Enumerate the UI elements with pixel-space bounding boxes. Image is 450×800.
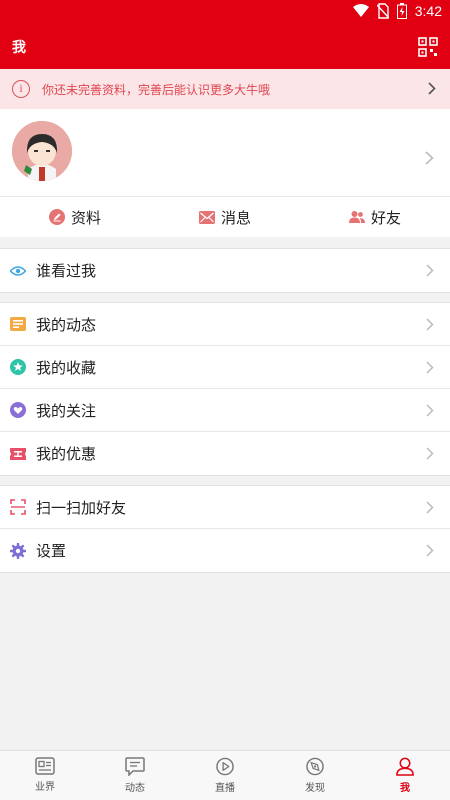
action-friends[interactable]: 好友 xyxy=(300,197,450,237)
chevron-right-icon xyxy=(426,544,434,557)
avatar[interactable] xyxy=(12,121,72,181)
tab-label: 直播 xyxy=(215,783,235,794)
battery-icon xyxy=(396,3,407,19)
compass-icon xyxy=(306,757,324,776)
user-icon xyxy=(396,757,414,776)
profile-incomplete-notice[interactable]: i 你还未完善资料，完善后能认识更多大牛哦 xyxy=(0,69,450,109)
chat-bubble-icon xyxy=(125,757,145,776)
chevron-right-icon xyxy=(426,318,434,331)
tab-industry[interactable]: 业界 xyxy=(0,751,90,800)
profile-card[interactable] xyxy=(0,109,450,197)
tab-feed[interactable]: 动态 xyxy=(90,751,180,800)
coupon-icon xyxy=(10,446,26,462)
bottom-tab-bar: 业界 动态 直播 发现 我 xyxy=(0,750,450,800)
action-label: 资料 xyxy=(70,208,101,227)
page-title: 我 xyxy=(12,40,26,56)
action-profile-info[interactable]: 资料 xyxy=(0,197,150,237)
wifi-icon xyxy=(352,4,369,17)
edit-profile-icon xyxy=(48,209,65,225)
star-icon xyxy=(10,359,26,375)
menu-item-my-favorites[interactable]: 我的收藏 xyxy=(0,346,450,389)
friends-icon xyxy=(348,211,365,223)
chevron-right-icon xyxy=(426,501,434,514)
menu-label: 我的收藏 xyxy=(36,358,97,377)
chevron-right-icon xyxy=(426,264,434,277)
tab-me[interactable]: 我 xyxy=(360,751,450,800)
menu-label: 设置 xyxy=(36,542,67,560)
posts-icon xyxy=(10,316,26,332)
menu-item-my-coupons[interactable]: 我的优惠 xyxy=(0,432,450,475)
news-card-icon xyxy=(35,757,55,775)
action-label: 消息 xyxy=(220,208,251,227)
status-bar: 3:42 xyxy=(0,0,450,25)
mail-icon xyxy=(198,210,215,224)
chevron-right-icon xyxy=(426,404,434,417)
chevron-right-icon xyxy=(426,361,434,374)
chevron-right-icon xyxy=(425,151,434,165)
title-bar: 我 xyxy=(0,25,450,69)
menu-group-tools: 扫一扫加好友 设置 xyxy=(0,485,450,573)
qr-code-icon[interactable] xyxy=(418,37,438,57)
menu-group-personal: 我的动态 我的收藏 我的关注 我的优惠 xyxy=(0,302,450,476)
menu-item-my-posts[interactable]: 我的动态 xyxy=(0,303,450,346)
tab-label: 发现 xyxy=(305,783,325,794)
tab-label: 动态 xyxy=(125,783,145,794)
notice-text: 你还未完善资料，完善后能认识更多大牛哦 xyxy=(42,82,271,97)
chevron-right-icon xyxy=(428,82,436,95)
menu-item-scan-add-friend[interactable]: 扫一扫加好友 xyxy=(0,486,450,529)
chevron-right-icon xyxy=(426,447,434,460)
eye-icon xyxy=(10,263,26,279)
tab-live[interactable]: 直播 xyxy=(180,751,270,800)
tab-discover[interactable]: 发现 xyxy=(270,751,360,800)
menu-label: 我的动态 xyxy=(36,315,97,334)
menu-label: 谁看过我 xyxy=(36,262,97,280)
menu-item-settings[interactable]: 设置 xyxy=(0,529,450,572)
menu-label: 我的关注 xyxy=(36,401,97,420)
no-sim-icon xyxy=(376,3,389,19)
gear-icon xyxy=(10,542,26,559)
info-icon: i xyxy=(12,80,30,98)
menu-group-visitors: 谁看过我 xyxy=(0,248,450,293)
action-label: 好友 xyxy=(370,208,401,227)
status-time: 3:42 xyxy=(414,3,442,19)
menu-label: 扫一扫加好友 xyxy=(36,498,127,517)
tab-label: 业界 xyxy=(35,782,55,793)
action-messages[interactable]: 消息 xyxy=(150,197,300,237)
heart-icon xyxy=(10,402,26,418)
play-circle-icon xyxy=(216,757,234,776)
menu-item-my-follows[interactable]: 我的关注 xyxy=(0,389,450,432)
scan-icon xyxy=(10,499,26,515)
menu-item-who-viewed-me[interactable]: 谁看过我 xyxy=(0,249,450,292)
tab-label: 我 xyxy=(400,783,410,794)
menu-label: 我的优惠 xyxy=(36,445,97,463)
profile-actions: 资料 消息 好友 xyxy=(0,197,450,237)
